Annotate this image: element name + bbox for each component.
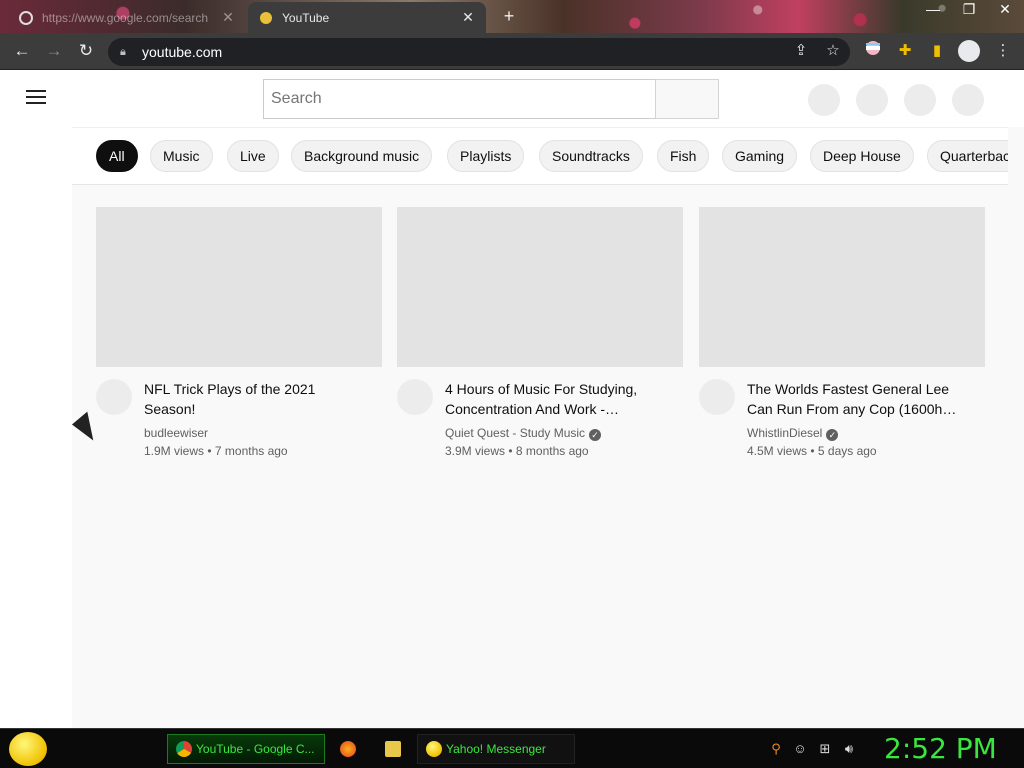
chrome-icon [176, 741, 192, 757]
lock-icon: 🔒︎ [120, 45, 126, 58]
browser-toolbar: ← → ↻ 🔒︎ youtube.com ⇪ ☆ ✚ ▮ ⋮ [0, 33, 1024, 70]
profile-avatar-icon[interactable] [958, 40, 980, 62]
back-arrow-icon[interactable]: ← [12, 41, 32, 61]
messenger-tray-icon[interactable]: ☺ [792, 741, 808, 757]
video-thumbnail[interactable] [699, 207, 985, 367]
chip-playlists[interactable]: Playlists [447, 140, 525, 172]
chip-bar: All Music Live Background music Playlist… [72, 127, 1008, 185]
minimize-button[interactable]: — [920, 0, 946, 18]
apps-icon[interactable] [856, 84, 888, 116]
channel-name-text: Quiet Quest - Study Music [445, 426, 586, 440]
video-title[interactable]: NFL Trick Plays of the 2021 Season! [144, 379, 366, 419]
tab-close-icon[interactable]: ✕ [460, 9, 476, 26]
taskbar-item-label: YouTube - Google C... [196, 742, 315, 756]
taskbar-clock[interactable]: 2:52 PM [884, 732, 997, 765]
video-thumbnail[interactable] [397, 207, 683, 367]
chip-live[interactable]: Live [227, 140, 279, 172]
account-avatar[interactable] [952, 84, 984, 116]
video-card[interactable]: 4 Hours of Music For Studying, Concentra… [397, 207, 683, 458]
volume-tray-icon[interactable]: 🔊︎ [841, 741, 857, 757]
create-icon[interactable] [808, 84, 840, 116]
channel-name[interactable]: WhistlinDiesel ✓ [747, 426, 839, 441]
notifications-icon[interactable] [904, 84, 936, 116]
channel-avatar[interactable] [699, 379, 735, 415]
youtube-favicon-icon [258, 10, 274, 26]
video-thumbnail[interactable] [96, 207, 382, 367]
folder-icon[interactable] [385, 741, 401, 757]
extension-flag-icon[interactable] [862, 40, 884, 62]
google-favicon-icon [18, 10, 34, 26]
browser-menu-icon[interactable]: ⋮ [992, 40, 1014, 62]
channel-avatar[interactable] [96, 379, 132, 415]
close-window-button[interactable]: ✕ [992, 0, 1018, 18]
video-metadata: 3.9M views • 8 months ago [445, 444, 589, 458]
bookmark-star-icon[interactable]: ☆ [822, 40, 844, 62]
video-card[interactable]: NFL Trick Plays of the 2021 Season! budl… [96, 207, 382, 458]
chip-all[interactable]: All [96, 140, 138, 172]
channel-name[interactable]: Quiet Quest - Study Music ✓ [445, 426, 602, 441]
start-smiley-icon[interactable] [9, 732, 47, 766]
network-tray-icon[interactable]: ⊞ [817, 741, 833, 757]
yahoo-messenger-icon [426, 741, 442, 757]
hamburger-menu-icon[interactable] [26, 90, 46, 106]
address-bar[interactable]: 🔒︎ youtube.com [108, 38, 850, 66]
reload-icon[interactable]: ↻ [76, 41, 96, 61]
address-url: youtube.com [142, 44, 223, 60]
video-metadata: 4.5M views • 5 days ago [747, 444, 877, 458]
chip-fish[interactable]: Fish [657, 140, 710, 172]
video-card[interactable]: The Worlds Fastest General Lee Can Run F… [699, 207, 985, 458]
side-panel-icon[interactable]: ▮ [926, 40, 948, 62]
chip-background-music[interactable]: Background music [291, 140, 433, 172]
verified-check-icon: ✓ [826, 429, 839, 441]
taskbar-item-yahoo-messenger[interactable]: Yahoo! Messenger [417, 734, 575, 764]
video-metadata: 1.9M views • 7 months ago [144, 444, 288, 458]
window-controls: — ❐ ✕ [920, 0, 1018, 18]
search-tray-icon[interactable]: ⚲ [768, 741, 784, 757]
youtube-masthead [0, 70, 1024, 127]
tab-title: https://www.google.com/search [42, 10, 209, 25]
taskbar: YouTube - Google C... Yahoo! Messenger ⚲… [0, 728, 1024, 768]
video-title[interactable]: The Worlds Fastest General Lee Can Run F… [747, 379, 969, 419]
taskbar-item-chrome[interactable]: YouTube - Google C... [167, 734, 325, 764]
chip-deep-house[interactable]: Deep House [810, 140, 914, 172]
channel-name-text: budleewiser [144, 426, 209, 440]
youtube-page: All Music Live Background music Playlist… [0, 70, 1024, 728]
browser-tab-strip: https://www.google.com/search ✕ YouTube … [0, 0, 1024, 33]
forward-arrow-icon[interactable]: → [44, 41, 64, 61]
chip-gaming[interactable]: Gaming [722, 140, 798, 172]
extensions-puzzle-icon[interactable]: ✚ [894, 40, 916, 62]
search-input[interactable] [263, 79, 656, 119]
restore-button[interactable]: ❐ [956, 0, 982, 18]
share-icon[interactable]: ⇪ [790, 40, 812, 62]
chip-quarterback[interactable]: Quarterback [927, 140, 1008, 172]
tab-close-icon[interactable]: ✕ [220, 9, 236, 26]
video-title[interactable]: 4 Hours of Music For Studying, Concentra… [445, 379, 667, 419]
new-tab-button[interactable]: + [498, 6, 520, 28]
chip-soundtracks[interactable]: Soundtracks [539, 140, 643, 172]
taskbar-item-label: Yahoo! Messenger [446, 742, 546, 756]
tab-google-search[interactable]: https://www.google.com/search ✕ [8, 2, 246, 33]
tab-youtube[interactable]: YouTube ✕ [248, 2, 486, 33]
tab-title: YouTube [282, 10, 330, 25]
channel-name-text: WhistlinDiesel [747, 426, 823, 440]
channel-avatar[interactable] [397, 379, 433, 415]
verified-check-icon: ✓ [589, 429, 602, 441]
search-button[interactable] [655, 79, 719, 119]
channel-name[interactable]: budleewiser [144, 426, 208, 440]
chip-music[interactable]: Music [150, 140, 213, 172]
firefox-icon[interactable] [340, 741, 356, 757]
